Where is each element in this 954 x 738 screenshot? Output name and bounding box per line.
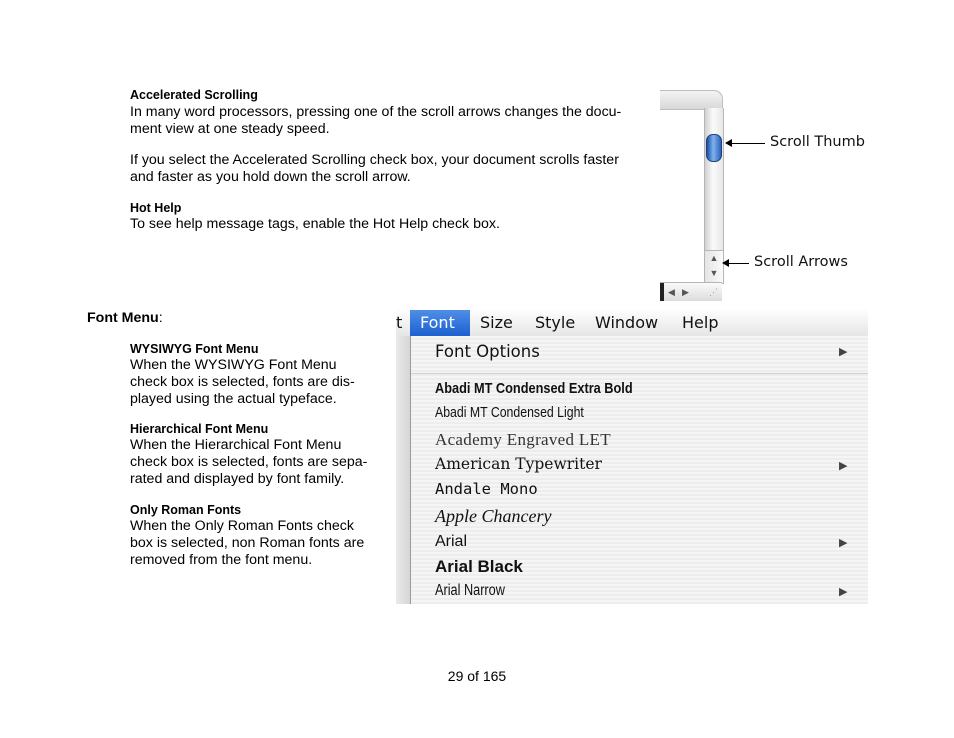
- submenu-arrow-icon: ▶: [839, 537, 848, 549]
- menu-item-font[interactable]: Arial Narrow: [435, 582, 505, 600]
- roman-line: box is selected, non Roman fonts are: [130, 535, 365, 551]
- font-menu-title-text: Font Menu: [87, 310, 159, 326]
- hierarchical-line: check box is selected, fonts are sepa-: [130, 454, 368, 470]
- submenu-arrow-icon: ▶: [839, 586, 848, 598]
- horizontal-scrollbar-end: ◀ ▶ ⋰: [660, 282, 722, 301]
- menu-item-font[interactable]: Arial: [435, 533, 467, 551]
- roman-line: removed from the font menu.: [130, 552, 313, 568]
- scroll-arrows: ▲ ▼: [704, 250, 724, 284]
- resize-grip-icon: ⋰: [709, 287, 718, 297]
- menu-item-font[interactable]: Arial Black: [435, 557, 523, 577]
- wysiwyg-heading: WYSIWYG Font Menu: [130, 342, 259, 356]
- menu-size[interactable]: Size: [480, 313, 513, 332]
- accelerated-para2-line2: and faster as you hold down the scroll a…: [130, 169, 411, 185]
- submenu-arrow-icon: ▶: [839, 346, 848, 358]
- scroll-up-arrow-icon: ▲: [709, 253, 719, 263]
- accelerated-scrolling-heading: Accelerated Scrolling: [130, 88, 258, 102]
- scroll-arrows-leader-line: [727, 263, 749, 264]
- menu-separator: [411, 373, 868, 374]
- wysiwyg-line: played using the actual typeface.: [130, 391, 337, 407]
- scroll-left-arrow-icon: ◀: [668, 287, 675, 297]
- menubar-edge-text: t: [396, 313, 403, 332]
- wysiwyg-line: check box is selected, fonts are dis-: [130, 374, 355, 390]
- page-number: 29 of 165: [447, 668, 507, 684]
- horizontal-track-end: [660, 283, 664, 301]
- menu-font[interactable]: Font: [410, 310, 470, 336]
- font-menu-illustration: t Font Size Style Window Help Font Optio…: [396, 310, 868, 604]
- hierarchical-line: rated and displayed by font family.: [130, 471, 345, 487]
- menu-style[interactable]: Style: [535, 313, 575, 332]
- scroll-right-arrow-icon: ▶: [682, 287, 689, 297]
- menu-item-font[interactable]: Academy Engraved LET: [435, 430, 611, 450]
- font-menu-section-title: Font Menu:: [87, 310, 163, 327]
- scroll-arrows-callout: Scroll Arrows: [754, 254, 848, 270]
- menu-item-font[interactable]: Andale Mono: [435, 480, 538, 498]
- scroll-thumb: [706, 134, 722, 162]
- font-menu-title-colon: :: [158, 310, 163, 326]
- scroll-thumb-callout: Scroll Thumb: [770, 134, 865, 150]
- accelerated-para1-line2: ment view at one steady speed.: [130, 121, 330, 137]
- menu-font-label: Font: [420, 313, 455, 332]
- accelerated-para1-line1: In many word processors, pressing one of…: [130, 104, 622, 120]
- menu-item-font[interactable]: Abadi MT Condensed Light: [435, 404, 584, 421]
- menu-help[interactable]: Help: [682, 313, 718, 332]
- menu-item-font[interactable]: Apple Chancery: [435, 506, 551, 527]
- hot-help-heading: Hot Help: [130, 201, 182, 215]
- scroll-track: [704, 108, 724, 250]
- window-corner: [660, 90, 723, 110]
- font-dropdown-menu: Font Options ▶ Abadi MT Condensed Extra …: [410, 336, 868, 604]
- menu-item-font-options[interactable]: Font Options: [435, 342, 540, 361]
- hot-help-text: To see help message tags, enable the Hot…: [130, 216, 500, 232]
- window-edge: [396, 336, 410, 604]
- roman-line: When the Only Roman Fonts check: [130, 518, 354, 534]
- menu-item-font[interactable]: American Typewriter: [435, 455, 602, 473]
- menu-bar: t Font Size Style Window Help: [396, 310, 868, 337]
- scrollbar-illustration: ▲ ▼ ◀ ▶ ⋰: [660, 90, 730, 310]
- hierarchical-line: When the Hierarchical Font Menu: [130, 437, 342, 453]
- submenu-arrow-icon: ▶: [839, 460, 848, 472]
- hierarchical-heading: Hierarchical Font Menu: [130, 422, 269, 436]
- accelerated-para2-line1: If you select the Accelerated Scrolling …: [130, 152, 619, 168]
- wysiwyg-line: When the WYSIWYG Font Menu: [130, 357, 337, 373]
- menu-window[interactable]: Window: [595, 313, 658, 332]
- roman-heading: Only Roman Fonts: [130, 503, 242, 517]
- menu-item-font[interactable]: Abadi MT Condensed Extra Bold: [435, 380, 633, 397]
- scroll-thumb-leader-line: [730, 143, 765, 144]
- scroll-down-arrow-icon: ▼: [709, 268, 719, 278]
